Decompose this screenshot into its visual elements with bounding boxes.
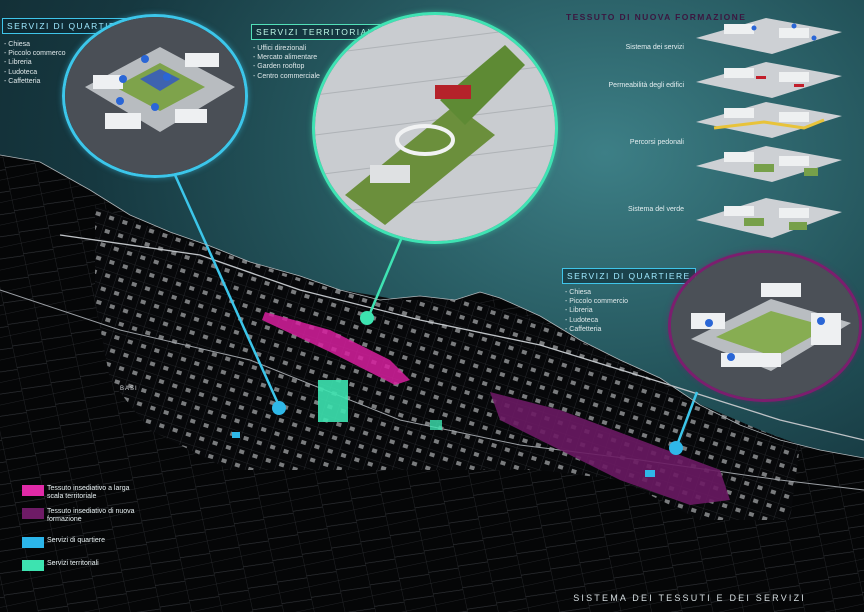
- tessuto-label-permeabilita: Permeabilità degli edifici: [608, 82, 684, 89]
- list-item: Caffetteria: [4, 77, 65, 86]
- district-service-cyan-2: [645, 470, 655, 477]
- legend-label: Tessuto insediativo di nuova formazione: [47, 508, 135, 523]
- district-3d-illustration: [315, 15, 555, 241]
- detail-circle-territoriali[interactable]: [312, 12, 558, 244]
- list-item: Libreria: [4, 58, 65, 67]
- list-item: Uffici direzionali: [253, 44, 320, 53]
- tessuto-diagram-5: [696, 198, 842, 238]
- district-service-green-small: [430, 420, 442, 430]
- legend-label: Tessuto insediativo a larga scala territ…: [47, 485, 130, 500]
- servizi-quartiere-right-list: Chiesa Piccolo commercio Libreria Ludote…: [565, 288, 628, 334]
- marker-quartiere-left[interactable]: [272, 401, 286, 415]
- list-item: Chiesa: [4, 40, 65, 49]
- detail-circle-quartiere-left[interactable]: [62, 14, 248, 178]
- tessuto-label-verde: Sistema del verde: [627, 206, 684, 213]
- district-service-cyan-1: [232, 432, 240, 438]
- list-item: Caffetteria: [565, 325, 628, 334]
- list-item: Centro commerciale: [253, 72, 320, 81]
- tessuto-diagram-4: [696, 146, 842, 182]
- list-item: Ludoteca: [565, 316, 628, 325]
- legend-label: Servizi territoriali: [47, 560, 99, 567]
- footer-title: SISTEMA DEI TESSUTI E DEI SERVIZI: [573, 593, 806, 603]
- tessuto-label-percorsi: Percorsi pedonali: [629, 139, 684, 146]
- marker-quartiere-right[interactable]: [669, 441, 683, 455]
- list-item: Chiesa: [565, 288, 628, 297]
- servizi-quartiere-left-list: Chiesa Piccolo commerco Libreria Ludotec…: [4, 40, 65, 86]
- list-item: Piccolo commerco: [4, 49, 65, 58]
- legend-swatch: [22, 537, 44, 548]
- tessuto-diagram-3: [696, 102, 842, 138]
- tessuto-diagram-2: [696, 62, 842, 98]
- legend-label: Servizi di quartiere: [47, 537, 105, 544]
- servizi-territoriali-list: Uffici direzionali Mercato alimentare Ga…: [253, 44, 320, 81]
- list-item: Piccolo commercio: [565, 297, 628, 306]
- list-item: Ludoteca: [4, 68, 65, 77]
- tessuto-diagram-1: [696, 18, 842, 54]
- courtyard-3d-illustration: [671, 253, 859, 399]
- marker-territoriali[interactable]: [360, 311, 374, 325]
- legend-swatch: [22, 485, 44, 496]
- district-territorial-service: [318, 380, 348, 422]
- list-item: Garden rooftop: [253, 62, 320, 71]
- legend-swatch: [22, 560, 44, 571]
- detail-circle-quartiere-right[interactable]: [668, 250, 862, 402]
- list-item: Mercato alimentare: [253, 53, 320, 62]
- legend-swatch: [22, 508, 44, 519]
- place-label-basi: BASI: [120, 386, 138, 392]
- neighborhood-3d-illustration: [65, 17, 245, 175]
- tessuto-label-servizi: Sistema dei servizi: [625, 44, 684, 51]
- servizi-quartiere-right-title: SERVIZI DI QUARTIERE: [562, 268, 696, 284]
- list-item: Libreria: [565, 306, 628, 315]
